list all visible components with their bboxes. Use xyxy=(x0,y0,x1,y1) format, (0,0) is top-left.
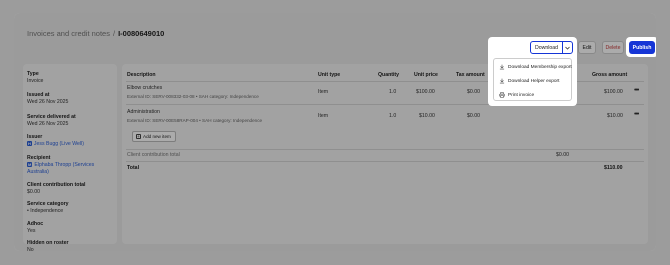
column-tax-amount: Tax amount xyxy=(456,72,485,78)
detail-value: No xyxy=(27,247,34,251)
detail-value: $0.00 xyxy=(27,189,40,195)
total-label: Total xyxy=(127,165,140,171)
detail-service-category: Service category • Independence xyxy=(27,201,69,215)
row-gross: $10.00 xyxy=(607,113,623,119)
detail-service-delivered-at: Service delivered at Wed 26 Nov 2025 xyxy=(27,114,76,128)
issuer-link[interactable]: Jess Bugg (Live Well) xyxy=(34,141,84,147)
edit-button[interactable]: Edit xyxy=(578,41,596,54)
row-gross: $100.00 xyxy=(604,89,623,95)
page-title: I-0080649010 xyxy=(118,29,165,38)
printer-icon xyxy=(499,92,505,98)
detail-value: Wed 26 Nov 2025 xyxy=(27,99,69,105)
row-sub-info: External ID: SERV-00E58RAP-004 • SAH cat… xyxy=(127,118,263,123)
detail-hidden-on-roster: Hidden on roster No xyxy=(27,240,69,251)
menu-item-label: Print invoice xyxy=(508,92,535,98)
invoice-details-panel: Type Invoice Issued at Wed 26 Nov 2025 S… xyxy=(23,64,117,251)
detail-value: Invoice xyxy=(27,78,44,84)
detail-label: Type xyxy=(27,71,39,77)
publish-button[interactable]: Publish xyxy=(629,41,655,54)
row-description: Administration xyxy=(127,109,160,115)
download-dropdown-toggle[interactable] xyxy=(562,42,572,53)
column-unit-type: Unit type xyxy=(318,72,341,78)
download-split-button: Download xyxy=(530,41,573,54)
row-more-icon[interactable]: ••• xyxy=(634,87,639,94)
detail-label: Service category xyxy=(27,201,69,207)
row-unit-type: Item xyxy=(318,89,329,95)
column-quantity: Quantity xyxy=(378,72,400,78)
row-unit-price: $10.00 xyxy=(419,113,435,119)
menu-item-membership-export[interactable]: Download Membership export xyxy=(499,64,572,70)
row-tax: $0.00 xyxy=(467,89,480,95)
breadcrumb: Invoices and credit notes / I-0080649010 xyxy=(27,29,164,38)
breadcrumb-invoices-link[interactable]: Invoices and credit notes xyxy=(27,29,110,38)
column-unit-price: Unit price xyxy=(414,72,438,78)
recipient-tag: M xyxy=(27,162,33,167)
detail-type: Type Invoice xyxy=(27,71,43,85)
detail-issued-at: Issued at Wed 26 Nov 2025 xyxy=(27,92,68,106)
issuer-tag: H xyxy=(27,141,32,146)
add-item-button[interactable]: + Add new item xyxy=(132,131,176,142)
client-contribution-value: $0.00 xyxy=(556,152,569,158)
detail-value: Yes xyxy=(27,228,36,234)
detail-value: Wed 26 Nov 2025 xyxy=(27,121,69,127)
menu-item-label: Download Membership export xyxy=(508,64,572,70)
detail-label: Hidden on roster xyxy=(27,240,69,246)
row-quantity: 1.0 xyxy=(389,113,397,119)
row-more-icon[interactable]: ••• xyxy=(634,111,639,118)
detail-label: Issuer xyxy=(27,134,43,140)
divider xyxy=(126,161,644,162)
plus-icon: + xyxy=(136,134,141,139)
menu-item-helper-export[interactable]: Download Helper export xyxy=(499,78,559,84)
column-description: Description xyxy=(127,72,156,78)
row-description: Elbow crutches xyxy=(127,85,163,91)
detail-issuer: Issuer H Jess Bugg (Live Well) xyxy=(27,134,84,148)
recipient-link[interactable]: Elphaba Thropp (Services xyxy=(34,162,94,168)
detail-label: Issued at xyxy=(27,92,50,98)
detail-value: Independence xyxy=(30,208,64,214)
detail-label: Adhoc xyxy=(27,221,44,227)
client-contribution-label: Client contribution total xyxy=(127,152,180,158)
breadcrumb-separator: / xyxy=(112,29,116,38)
total-value: $110.00 xyxy=(604,165,623,171)
detail-adhoc: Adhoc Yes xyxy=(27,221,43,235)
detail-client-contribution: Client contribution total $0.00 xyxy=(27,182,86,196)
detail-recipient: Recipient M Elphaba Thropp (Services Aust… xyxy=(27,155,94,176)
recipient-link-continued[interactable]: Australia) xyxy=(27,169,94,176)
row-unit-type: Item xyxy=(318,113,329,119)
row-tax: $0.00 xyxy=(467,113,480,119)
download-menu: Download Membership export Download Help… xyxy=(493,58,572,101)
chevron-down-icon xyxy=(565,46,570,50)
row-quantity: 1.0 xyxy=(389,89,397,95)
invoice-page: Invoices and credit notes / I-0080649010 T… xyxy=(14,13,656,251)
download-icon xyxy=(499,64,505,70)
row-sub-info: External ID: SERV-008332-03-08 • SAH cat… xyxy=(127,94,259,99)
delete-button[interactable]: Delete xyxy=(602,41,624,54)
detail-label: Client contribution total xyxy=(27,182,86,188)
divider xyxy=(126,149,644,150)
add-item-label: Add new item xyxy=(143,134,171,139)
column-gross-amount: Gross amount xyxy=(592,72,628,78)
menu-item-label: Download Helper export xyxy=(508,78,560,84)
row-unit-price: $100.00 xyxy=(416,89,435,95)
menu-item-print-invoice[interactable]: Print invoice xyxy=(499,92,534,98)
detail-label: Service delivered at xyxy=(27,114,76,120)
detail-label: Recipient xyxy=(27,155,51,161)
download-icon xyxy=(499,78,505,84)
download-button[interactable]: Download xyxy=(531,42,562,53)
